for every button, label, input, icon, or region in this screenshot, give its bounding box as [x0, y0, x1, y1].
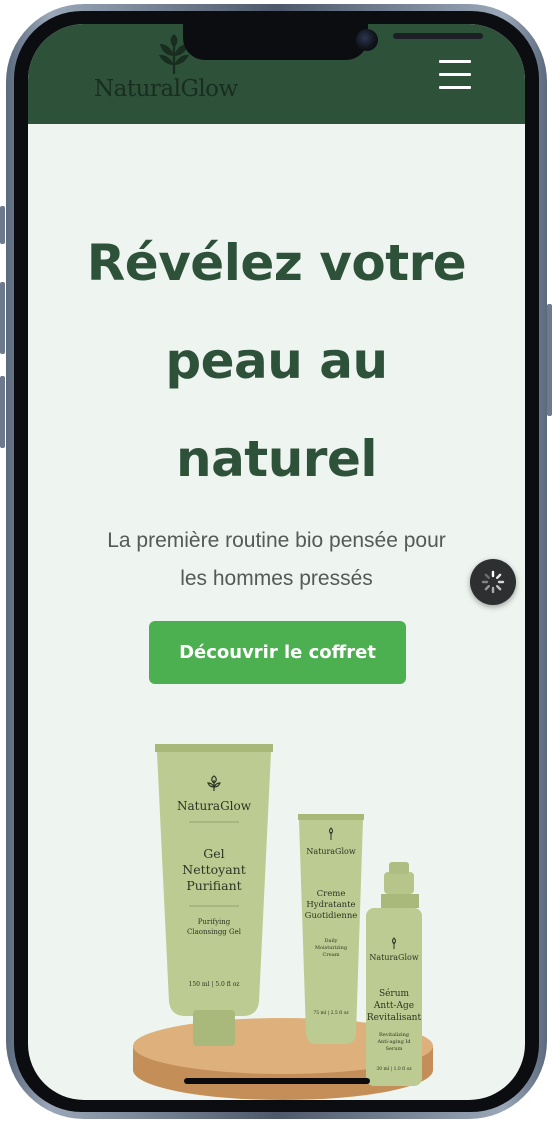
product-name-line: Hydratante	[306, 900, 355, 910]
cleansing-gel-tube: NaturaGlow Gel Nettoyant Purifiant Purif…	[155, 744, 273, 1046]
earpiece-speaker	[393, 33, 483, 39]
hero-subtitle-line: La première routine bio pensée pour	[107, 529, 446, 552]
product-volume: 75 ml | 2.5 fl oz	[313, 1010, 349, 1016]
product-desc-line: Revitalizing	[379, 1032, 410, 1038]
loading-spinner-icon	[481, 570, 505, 594]
moisturizing-cream-tube: NaturaGlow Creme Hydratante Guotidienne …	[298, 814, 364, 1044]
volume-up-button	[0, 282, 5, 354]
product-name-line: Sérum	[379, 988, 410, 999]
product-name-line: Antt-Age	[373, 1001, 414, 1011]
product-desc-line: Moisturizing	[315, 945, 348, 951]
hero-subtitle-line: les hommes pressés	[180, 567, 373, 590]
discover-box-button[interactable]: Découvrir le coffret	[149, 621, 406, 684]
product-desc-line: Anti-aging Id	[376, 1039, 411, 1045]
product-name-line: Creme	[317, 889, 346, 899]
brand-name: NaturalGlow	[94, 76, 238, 102]
product-name-line: Purifiant	[186, 878, 241, 893]
hero-title-line: peau au	[165, 332, 388, 390]
product-desc-line: Cream	[323, 952, 340, 958]
hero-title-line: Révélez votre	[86, 234, 467, 292]
phone-screen: NaturalGlow Révélez votre peau au nature…	[28, 24, 525, 1100]
product-desc-line: Daily	[324, 938, 337, 944]
hero-title: Révélez votre peau au naturel	[48, 214, 505, 508]
front-camera	[356, 29, 378, 51]
product-brand: NaturaGlow	[306, 847, 355, 856]
product-desc-line: Purifying	[198, 918, 231, 926]
volume-down-button	[0, 376, 5, 448]
silent-switch	[0, 206, 5, 244]
phone-notch	[183, 24, 483, 60]
product-desc-line: Serum	[386, 1046, 403, 1052]
product-brand: NaturaGlow	[369, 953, 418, 962]
product-desc-line: Claonsingg Gel	[187, 928, 242, 936]
floating-action-button[interactable]	[470, 559, 516, 605]
product-volume: 150 ml | 5.0 fl oz	[189, 981, 240, 988]
product-name-line: Nettoyant	[182, 862, 246, 877]
product-volume: 30 ml | 1.0 fl oz	[376, 1066, 412, 1072]
product-name-line: Gel	[203, 846, 224, 861]
hamburger-menu-icon[interactable]	[439, 58, 475, 90]
product-name-line: Revitalisant	[367, 1013, 422, 1023]
home-indicator[interactable]	[184, 1078, 370, 1084]
power-button	[547, 304, 552, 416]
product-name-line: Guotidienne	[305, 911, 358, 921]
hero-title-line: naturel	[175, 430, 378, 488]
anti-age-serum-bottle: NaturaGlow Sérum Antt-Age Revitalisant R…	[366, 862, 422, 1086]
product-lineup-image: NaturaGlow Gel Nettoyant Purifiant Purif…	[133, 744, 433, 1100]
product-brand: NaturaGlow	[177, 799, 252, 813]
hero-subtitle: La première routine bio pensée pour les …	[58, 522, 495, 598]
